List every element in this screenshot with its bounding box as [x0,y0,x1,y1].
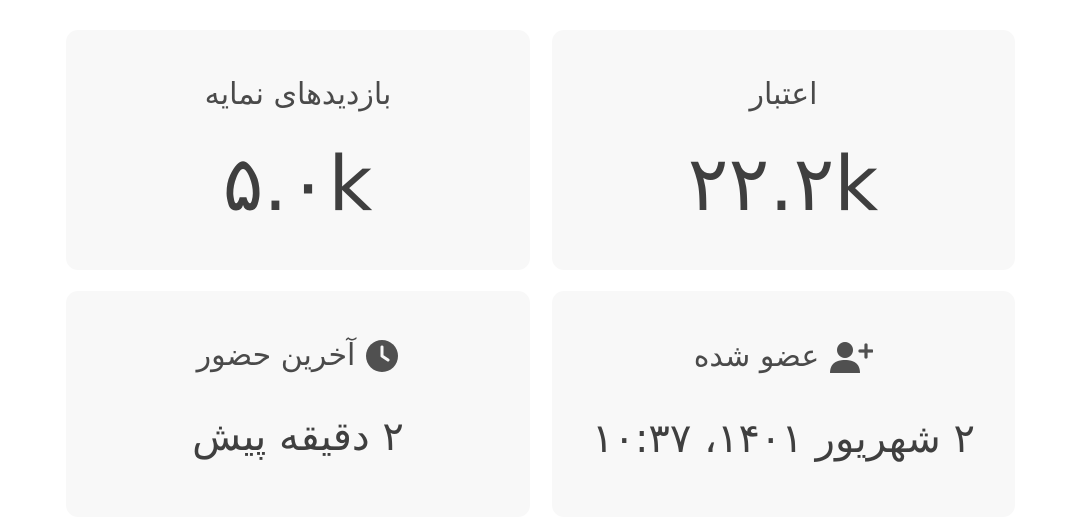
credit-card: اعتبار ۲۲.۲k [552,30,1015,270]
impressions-title-label: بازدیدهای نمایه [204,77,392,112]
joined-title: عضو شده [694,339,874,375]
clock-icon [365,339,399,373]
user-plus-icon [829,339,874,375]
joined-title-label: عضو شده [693,339,820,374]
impressions-value: ۵.۰k [222,139,374,228]
impressions-title: بازدیدهای نمایه [205,80,392,110]
credit-value: ۲۲.۲k [687,139,880,228]
last-seen-title: آخرین حضور [197,339,400,373]
credit-title-label: اعتبار [749,77,818,112]
last-seen-value: ۲ دقیقه پیش [192,414,404,460]
last-seen-card: آخرین حضور ۲ دقیقه پیش [66,291,530,517]
joined-card: عضو شده ۲ شهریور ۱۴۰۱، ۱۰:۳۷ [552,291,1015,517]
last-seen-title-label: آخرین حضور [196,338,356,373]
joined-value: ۲ شهریور ۱۴۰۱، ۱۰:۳۷ [591,416,976,462]
credit-title: اعتبار [750,80,818,110]
impressions-card: بازدیدهای نمایه ۵.۰k [66,30,530,270]
